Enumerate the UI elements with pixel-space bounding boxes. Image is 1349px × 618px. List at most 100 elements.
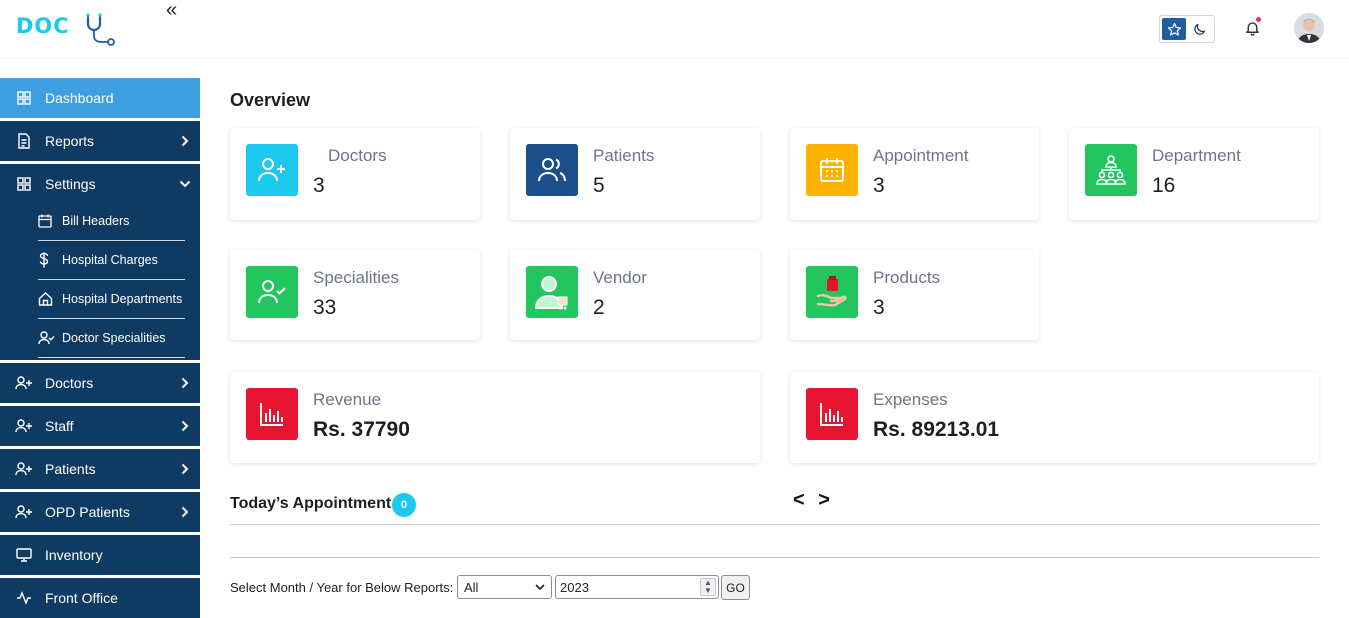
sidebar-item-opd-patients[interactable]: OPD Patients <box>0 492 200 532</box>
organization-icon <box>1085 144 1137 196</box>
sidebar-item-label: Reports <box>45 133 95 149</box>
sidebar-item-front-office[interactable]: Front Office <box>0 578 200 618</box>
sidebar-item-staff[interactable]: Staff <box>0 406 200 446</box>
sidebar-subitem-doctor-specialities[interactable]: Doctor Specialities <box>38 319 185 358</box>
sidebar-item-label: Front Office <box>45 590 118 606</box>
moon-icon[interactable] <box>1186 18 1212 40</box>
stethoscope-icon <box>86 13 115 46</box>
product-icon <box>806 266 858 318</box>
card-title: Products <box>873 268 941 287</box>
sidebar-item-reports[interactable]: Reports <box>0 121 200 161</box>
activity-icon <box>0 591 45 605</box>
star-icon[interactable] <box>1162 18 1186 40</box>
card-vendor[interactable]: Vendor 2 <box>510 250 760 340</box>
avatar[interactable] <box>1294 13 1324 43</box>
user-check-icon <box>38 331 62 345</box>
document-icon <box>0 133 45 149</box>
monitor-icon <box>0 548 45 562</box>
sidebar-subitem-hospital-departments[interactable]: Hospital Departments <box>38 280 185 319</box>
grid-icon <box>0 177 45 191</box>
calendar-icon <box>806 144 858 196</box>
user-plus-icon <box>0 505 45 519</box>
home-icon <box>38 292 62 306</box>
sidebar-item-patients[interactable]: Patients <box>0 449 200 489</box>
card-title: Appointment <box>873 146 969 165</box>
divider <box>230 524 1319 525</box>
sidebar-subitem-bill-headers[interactable]: Bill Headers <box>38 202 185 241</box>
card-value: 3 <box>873 174 885 197</box>
sidebar-item-label: Patients <box>45 461 96 477</box>
vendor-icon <box>526 266 578 318</box>
month-select-value: All <box>464 579 479 595</box>
card-value: 3 <box>873 296 885 319</box>
calendar-icon <box>38 214 62 228</box>
sidebar: Dashboard Reports Settings Bill Headers <box>0 78 200 618</box>
user-plus-icon <box>246 144 298 196</box>
card-patients[interactable]: Patients 5 <box>510 128 760 220</box>
card-title: Revenue <box>313 390 382 409</box>
sidebar-item-label: OPD Patients <box>45 504 130 520</box>
card-revenue[interactable]: Revenue Rs. 37790 <box>230 372 760 463</box>
card-value: Rs. 37790 <box>313 418 410 441</box>
card-expenses[interactable]: Expenses Rs. 89213.01 <box>790 372 1319 463</box>
chevron-right-icon <box>170 420 200 432</box>
theme-toggle[interactable] <box>1159 15 1215 43</box>
dollar-icon <box>38 252 62 268</box>
chevron-right-icon <box>170 463 200 475</box>
logo-text: DOC <box>16 14 70 38</box>
sidebar-item-inventory[interactable]: Inventory <box>0 535 200 575</box>
chevron-down-icon <box>535 583 545 590</box>
grid-icon <box>0 91 45 105</box>
sidebar-item-doctors[interactable]: Doctors <box>0 363 200 403</box>
divider <box>230 557 1319 558</box>
sidebar-subitem-label: Hospital Departments <box>62 292 183 306</box>
sidebar-item-settings[interactable]: Settings <box>0 164 200 204</box>
card-title: Patients <box>593 146 655 165</box>
sidebar-item-label: Dashboard <box>45 90 114 106</box>
card-title: Vendor <box>593 268 647 287</box>
card-doctors[interactable]: Doctors 3 <box>230 128 480 220</box>
sidebar-item-label: Staff <box>45 418 74 434</box>
sidebar-subitem-hospital-charges[interactable]: Hospital Charges <box>38 241 185 280</box>
appointment-nav-arrows[interactable]: < > <box>793 489 834 512</box>
users-icon <box>526 144 578 196</box>
card-title: Department <box>1152 146 1241 165</box>
sidebar-item-dashboard[interactable]: Dashboard <box>0 78 200 118</box>
user-check-icon <box>246 266 298 318</box>
chevron-right-icon <box>170 135 200 147</box>
card-specialities[interactable]: Specialities 33 <box>230 250 480 340</box>
report-filter-label: Select Month / Year for Below Reports: <box>230 580 454 595</box>
card-appointment[interactable]: Appointment 3 <box>790 128 1039 220</box>
sidebar-item-label: Settings <box>45 176 96 192</box>
month-select[interactable]: All <box>457 575 552 599</box>
card-products[interactable]: Products 3 <box>790 250 1039 340</box>
card-value: 2 <box>593 296 605 319</box>
sidebar-item-label: Doctors <box>45 375 94 391</box>
sidebar-subitem-label: Hospital Charges <box>62 253 158 267</box>
chevron-right-icon <box>170 377 200 389</box>
user-plus-icon <box>0 376 45 390</box>
year-input[interactable]: 2023 ▲ ▼ <box>555 575 719 599</box>
bell-icon[interactable] <box>1244 17 1261 42</box>
year-spinner[interactable]: ▲ ▼ <box>700 578 716 596</box>
card-title: Doctors <box>328 146 387 165</box>
card-value: 16 <box>1152 174 1176 197</box>
notification-dot <box>1256 17 1261 22</box>
card-value: 3 <box>313 174 325 197</box>
card-value: 33 <box>313 296 337 319</box>
card-title: Specialities <box>313 268 399 287</box>
sidebar-subitem-label: Bill Headers <box>62 214 130 228</box>
chevron-right-icon <box>170 506 200 518</box>
appointment-count-badge: 0 <box>392 493 416 517</box>
card-department[interactable]: Department 16 <box>1069 128 1319 220</box>
chevron-down-icon <box>170 180 200 188</box>
page-title: Overview <box>230 90 311 110</box>
user-plus-icon <box>0 419 45 433</box>
card-title: Expenses <box>873 390 948 409</box>
bar-chart-icon <box>806 388 858 440</box>
go-button[interactable]: GO <box>721 575 750 600</box>
sidebar-item-label: Inventory <box>45 547 103 563</box>
double-chevron-left-icon[interactable]: « <box>166 0 177 20</box>
app-logo[interactable]: DOC <box>16 12 120 46</box>
card-value: 5 <box>593 174 605 197</box>
